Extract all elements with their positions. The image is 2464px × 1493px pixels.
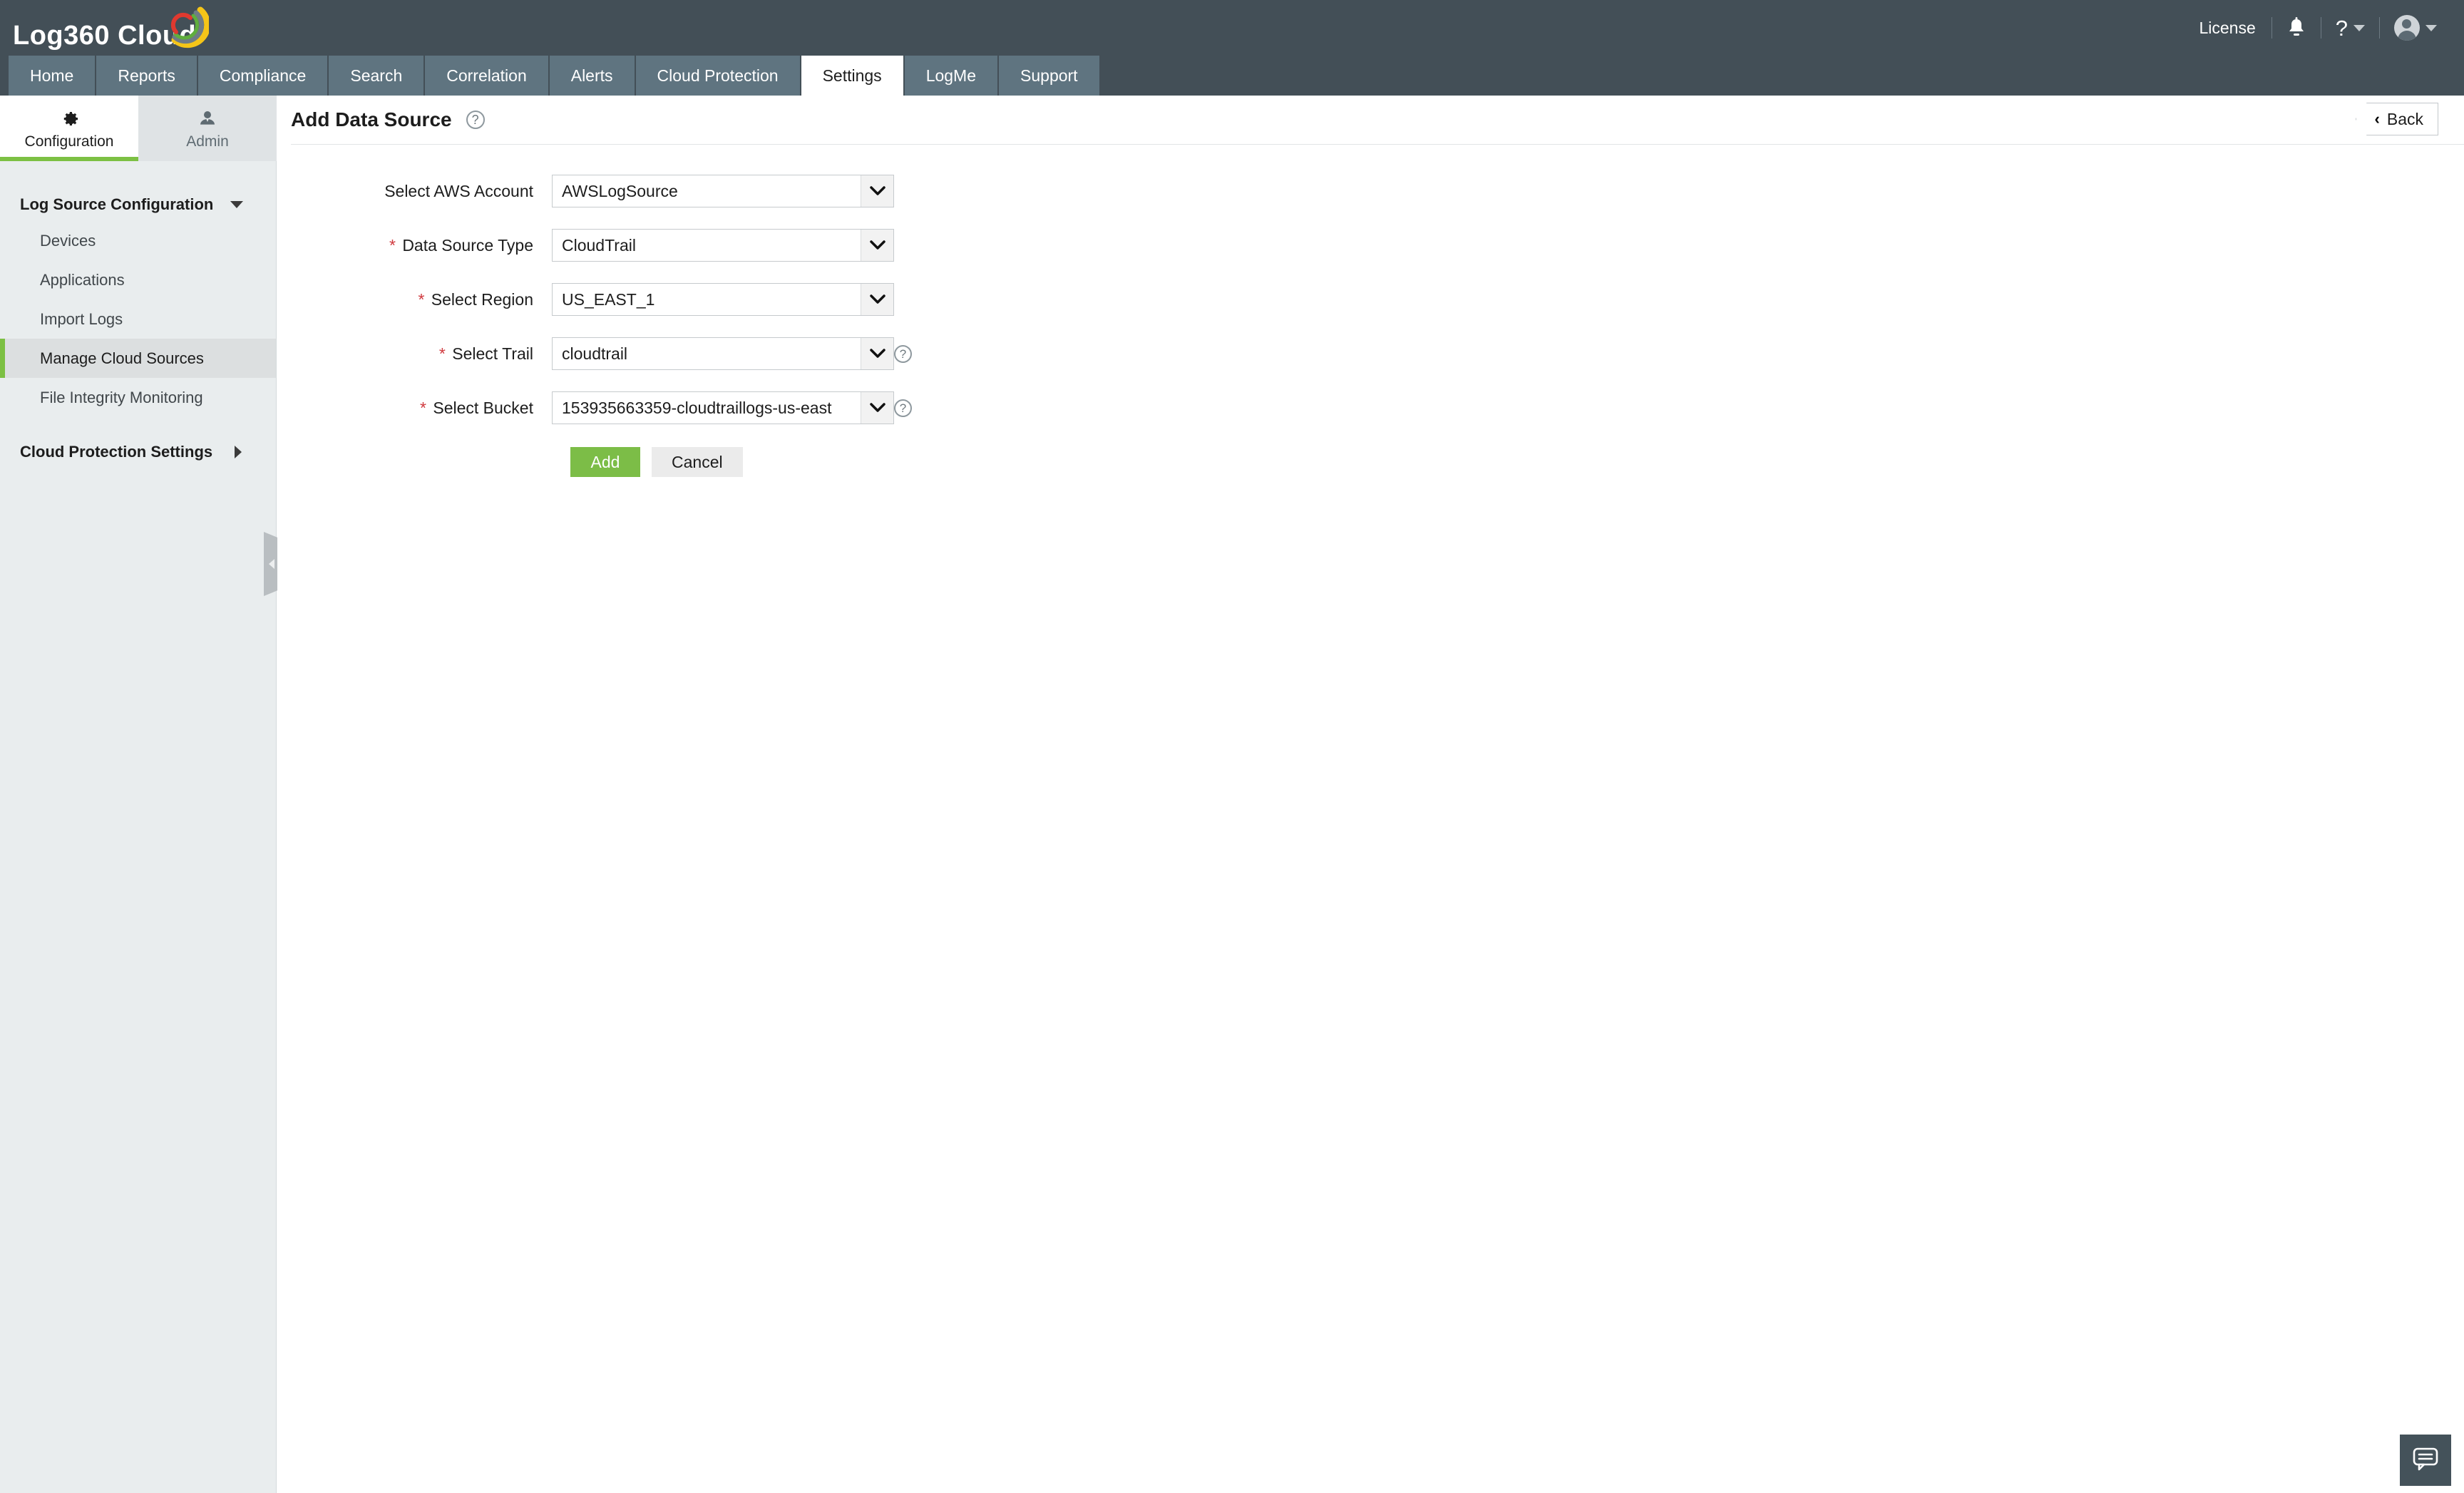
sidebar: Configuration Admin Log Source Configura… xyxy=(0,96,279,1493)
label-text: Select Region xyxy=(431,289,533,309)
label-select-trail: * Select Trail xyxy=(277,344,552,364)
help-icon[interactable]: ? xyxy=(466,111,485,129)
label-text: Data Source Type xyxy=(402,235,533,255)
trail-help-icon[interactable]: ? xyxy=(894,344,912,363)
label-data-source-type: * Data Source Type xyxy=(277,236,552,255)
user-avatar-icon xyxy=(2394,15,2420,41)
form-row-trail: * Select Trail cloudtrail ? xyxy=(277,337,2464,370)
required-marker: * xyxy=(418,289,425,309)
cancel-button[interactable]: Cancel xyxy=(652,447,743,477)
label-text: Select AWS Account xyxy=(384,181,533,200)
main-navigation-bar: Home Reports Compliance Search Correlati… xyxy=(0,56,2464,96)
nav-tab-support[interactable]: Support xyxy=(999,56,1099,96)
select-data-source-type-value: CloudTrail xyxy=(562,235,636,255)
label-select-region: * Select Region xyxy=(277,290,552,309)
form-row-aws-account: Select AWS Account AWSLogSource xyxy=(277,175,2464,207)
nav-tab-alerts[interactable]: Alerts xyxy=(549,56,635,96)
sidebar-tab-strip: Configuration Admin xyxy=(0,96,277,161)
nav-tab-correlation[interactable]: Correlation xyxy=(425,56,548,96)
chevron-left-icon xyxy=(269,559,274,569)
sidebar-item-manage-cloud-sources[interactable]: Manage Cloud Sources xyxy=(0,339,276,378)
back-button[interactable]: ‹ Back xyxy=(2355,103,2438,135)
form-row-bucket: * Select Bucket 153935663359-cloudtraill… xyxy=(277,391,2464,424)
select-region-value: US_EAST_1 xyxy=(562,289,655,309)
nav-tab-reports[interactable]: Reports xyxy=(96,56,197,96)
chat-bubble-icon xyxy=(2411,1445,2440,1476)
page-title: Add Data Source xyxy=(291,108,452,130)
logo-swoosh-icon xyxy=(159,6,210,50)
bucket-help-icon[interactable]: ? xyxy=(894,399,912,417)
question-mark-icon: ? xyxy=(2335,15,2348,41)
profile-menu-button[interactable] xyxy=(2380,15,2451,41)
required-marker: * xyxy=(389,235,396,255)
add-button[interactable]: Add xyxy=(570,447,640,477)
sidebar-tab-admin-label: Admin xyxy=(186,133,229,150)
logo-text-part1: Log360 xyxy=(13,21,111,51)
nav-tab-home[interactable]: Home xyxy=(9,56,96,96)
sidebar-tab-admin[interactable]: Admin xyxy=(138,96,277,161)
chevron-down-icon xyxy=(861,175,893,207)
nav-tab-cloud-protection[interactable]: Cloud Protection xyxy=(635,56,800,96)
nav-tab-settings[interactable]: Settings xyxy=(801,56,903,96)
sidebar-menu: Log Source Configuration Devices Applica… xyxy=(0,188,276,468)
select-bucket[interactable]: 153935663359-cloudtraillogs-us-east xyxy=(552,391,894,424)
sidebar-tab-configuration-label: Configuration xyxy=(24,133,114,150)
form-row-region: * Select Region US_EAST_1 xyxy=(277,283,2464,316)
label-select-aws-account: Select AWS Account xyxy=(277,182,552,201)
sidebar-item-import-logs[interactable]: Import Logs xyxy=(0,299,276,339)
chevron-down-icon xyxy=(861,338,893,369)
select-aws-account[interactable]: AWSLogSource xyxy=(552,175,894,207)
sidebar-item-file-integrity-monitoring[interactable]: File Integrity Monitoring xyxy=(0,378,276,417)
select-aws-account-value: AWSLogSource xyxy=(562,181,678,200)
sidebar-group-label: Log Source Configuration xyxy=(20,195,214,213)
page-header: Add Data Source ? ‹ Back xyxy=(277,96,2464,144)
add-data-source-form: Select AWS Account AWSLogSource * Data S… xyxy=(277,145,2464,477)
top-header-bar: Log360 Cloud License ? xyxy=(0,0,2464,56)
chevron-left-icon: ‹ xyxy=(2374,110,2380,128)
label-select-bucket: * Select Bucket xyxy=(277,399,552,418)
select-region[interactable]: US_EAST_1 xyxy=(552,283,894,316)
sidebar-group-label: Cloud Protection Settings xyxy=(20,443,213,461)
chevron-down-icon xyxy=(2353,24,2365,31)
header-right-controls: License ? xyxy=(2183,0,2451,56)
sidebar-item-devices[interactable]: Devices xyxy=(0,221,276,260)
sidebar-tab-configuration[interactable]: Configuration xyxy=(0,96,138,161)
required-marker: * xyxy=(438,344,446,363)
help-menu-button[interactable]: ? xyxy=(2321,17,2379,39)
bell-icon xyxy=(2286,17,2306,39)
label-text: Select Trail xyxy=(452,344,533,363)
notifications-button[interactable] xyxy=(2272,17,2321,39)
chevron-down-icon xyxy=(230,201,243,208)
form-row-data-source-type: * Data Source Type CloudTrail xyxy=(277,229,2464,262)
main-content: Add Data Source ? ‹ Back Select AWS Acco… xyxy=(277,96,2464,1493)
chevron-right-icon xyxy=(235,446,242,458)
nav-tab-search[interactable]: Search xyxy=(329,56,424,96)
form-actions: Add Cancel xyxy=(552,447,2464,477)
label-text: Select Bucket xyxy=(433,398,533,417)
gear-icon xyxy=(58,107,80,131)
chevron-down-icon xyxy=(861,284,893,315)
required-marker: * xyxy=(420,398,426,417)
select-trail[interactable]: cloudtrail xyxy=(552,337,894,370)
chevron-down-icon xyxy=(2426,24,2437,31)
chat-support-button[interactable] xyxy=(2400,1435,2451,1486)
chevron-down-icon xyxy=(861,230,893,261)
back-button-label: Back xyxy=(2386,109,2423,128)
select-data-source-type[interactable]: CloudTrail xyxy=(552,229,894,262)
sidebar-item-applications[interactable]: Applications xyxy=(0,260,276,299)
nav-tab-compliance[interactable]: Compliance xyxy=(197,56,328,96)
app-logo[interactable]: Log360 Cloud xyxy=(13,6,210,51)
sidebar-group-log-source-configuration[interactable]: Log Source Configuration xyxy=(0,188,276,221)
license-link[interactable]: License xyxy=(2183,19,2271,38)
user-tie-icon xyxy=(197,107,218,131)
select-bucket-value: 153935663359-cloudtraillogs-us-east xyxy=(562,398,832,417)
chevron-down-icon xyxy=(861,392,893,424)
select-trail-value: cloudtrail xyxy=(562,344,628,363)
nav-tab-logme[interactable]: LogMe xyxy=(904,56,998,96)
sidebar-group-cloud-protection-settings[interactable]: Cloud Protection Settings xyxy=(0,436,276,468)
